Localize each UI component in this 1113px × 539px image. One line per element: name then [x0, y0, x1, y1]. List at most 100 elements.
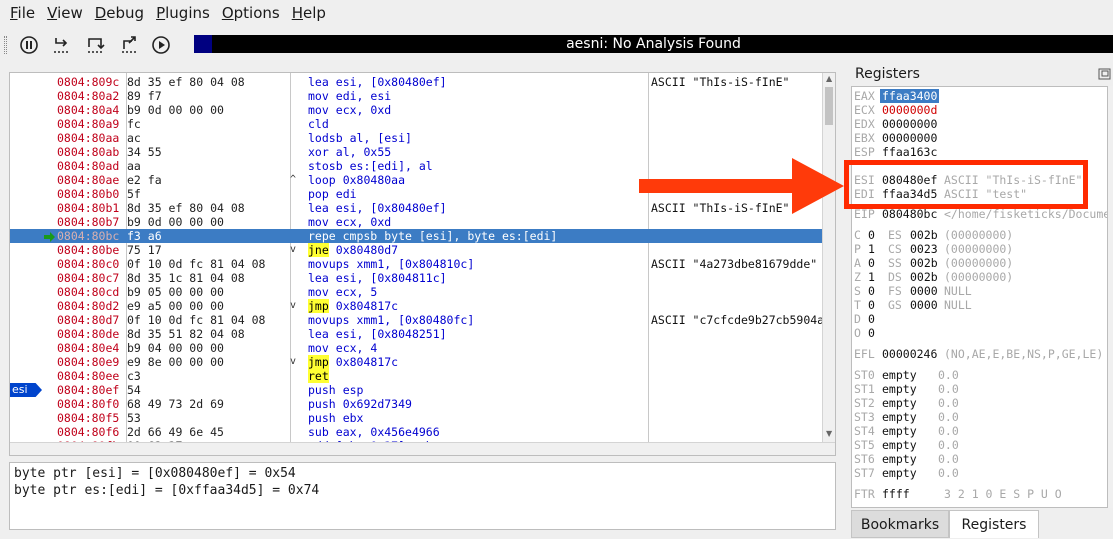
- fpu-register-value: empty: [882, 410, 917, 424]
- instruction-address: 0804:80e4: [57, 341, 120, 355]
- info-line: byte ptr es:[edi] = [0xffaa34d5] = 0x74: [14, 483, 320, 498]
- disassembly-row[interactable]: 0804:80c7 8d 35 1c 81 04 08 lea esi, [0x804…: [10, 271, 822, 285]
- instruction-text: push 0x692d7349: [308, 397, 412, 411]
- fpu-register-name: ST2: [854, 396, 875, 410]
- disassembly-row[interactable]: 0804:80a9 fc cld: [10, 117, 822, 131]
- pause-button[interactable]: [16, 32, 42, 58]
- register-name: FTR: [854, 487, 875, 501]
- disassembly-horizontal-scrollbar[interactable]: [10, 442, 835, 455]
- segment-value: 0023: [910, 242, 938, 256]
- menu-item[interactable]: Options: [216, 0, 286, 26]
- flag-value: 0: [868, 284, 875, 298]
- menu-item[interactable]: Debug: [89, 0, 150, 26]
- disassembly-row[interactable]: 0804:80c0 0f 10 0d fc 81 04 08 movups xmm1,…: [10, 257, 822, 271]
- disassembly-row[interactable]: 0804:80ab 34 55 xor al, 0x55: [10, 145, 822, 159]
- segment-name: DS: [888, 270, 902, 284]
- instruction-text: movups xmm1, [0x804810c]: [308, 257, 474, 271]
- toolbar-grip[interactable]: [4, 36, 7, 54]
- disassembly-row[interactable]: 0804:80aa ac lodsb al, [esi]: [10, 131, 822, 145]
- disassembly-row[interactable]: 0804:80f5 53 push ebx: [10, 411, 822, 425]
- instruction-bytes: 75 17: [127, 243, 162, 257]
- registers-scrollbar[interactable]: [1108, 86, 1113, 508]
- segment-name: SS: [888, 256, 902, 270]
- current-instruction-row[interactable]: 0804:80bc f3 a6 repe cmpsb byte [esi], byte…: [10, 229, 822, 243]
- instruction-mnemonic: movups: [308, 257, 350, 271]
- instruction-text: stosb es:[edi], al: [308, 159, 433, 173]
- instruction-bytes: e9 8e 00 00 00: [127, 355, 224, 369]
- instruction-bytes: b9 04 00 00 00: [127, 341, 224, 355]
- instruction-bytes: ac: [127, 131, 141, 145]
- instruction-text: lea esi, [0x80480ef]: [308, 201, 447, 215]
- menu-mnemonic: F: [10, 4, 18, 22]
- instruction-operands: edi: [335, 187, 357, 201]
- menu-item[interactable]: View: [41, 0, 89, 26]
- instruction-bytes: f3 a6: [127, 229, 162, 243]
- register-name: EBX: [854, 131, 875, 145]
- disassembly-row[interactable]: 0804:80cd b9 05 00 00 00 mov ecx, 5: [10, 285, 822, 299]
- disassembly-row[interactable]: 0804:809c 8d 35 ef 80 04 08 lea esi, [0x804…: [10, 75, 822, 89]
- menu-mnemonic: H: [291, 4, 303, 22]
- instruction-bytes: 0f 10 0d fc 81 04 08: [127, 313, 266, 327]
- instruction-mnemonic: jmp: [308, 355, 329, 369]
- instruction-bytes: 89 f7: [127, 89, 162, 103]
- step-over-button[interactable]: [82, 32, 108, 58]
- disassembly-row[interactable]: 0804:80de 8d 35 51 82 04 08 lea esi, [0x804…: [10, 327, 822, 341]
- disassembly-row[interactable]: 0804:80b7 b9 0d 00 00 00 mov ecx, 0xd: [10, 215, 822, 229]
- instruction-address: 0804:80a2: [57, 89, 120, 103]
- instruction-mnemonic: mov: [308, 89, 329, 103]
- menu-item[interactable]: Plugins: [150, 0, 216, 26]
- disassembly-view[interactable]: 0804:809c 8d 35 ef 80 04 08 lea esi, [0x804…: [9, 72, 836, 456]
- instruction-bytes: 2d 66 49 6e 45: [127, 425, 224, 439]
- disassembly-row[interactable]: 0804:80a4 b9 0d 00 00 00 mov ecx, 0xd: [10, 103, 822, 117]
- register-value: ffff: [882, 487, 910, 501]
- register-value: 00000246: [882, 347, 938, 361]
- register-value: ffaa163c: [882, 145, 938, 159]
- registers-title: Registers: [855, 66, 920, 82]
- step-into-button[interactable]: [48, 32, 74, 58]
- instruction-address: 0804:80ee: [57, 369, 120, 383]
- segment-base: NULL: [944, 284, 972, 298]
- instruction-comment: ASCII "4a273dbe81679dde": [651, 257, 818, 271]
- disassembly-row[interactable]: 0804:80be 75 17 v jne 0x80480d7: [10, 243, 822, 257]
- run-button[interactable]: [148, 32, 174, 58]
- disassembly-row[interactable]: 0804:80f6 2d 66 49 6e 45 sub eax, 0x456e496…: [10, 425, 822, 439]
- tab-bookmarks[interactable]: Bookmarks: [851, 510, 949, 538]
- disassembly-row[interactable]: 0804:80f0 68 49 73 2d 69 push 0x692d7349: [10, 397, 822, 411]
- disassembly-row[interactable]: 0804:80ee c3 ret: [10, 369, 822, 383]
- instruction-address: 0804:80bc: [57, 229, 120, 243]
- register-name: EDX: [854, 117, 875, 131]
- instruction-bytes: c3: [127, 369, 141, 383]
- disassembly-vertical-scrollbar[interactable]: ▲ ▼: [822, 73, 835, 443]
- disassembly-row[interactable]: 0804:80e4 b9 04 00 00 00 mov ecx, 4: [10, 341, 822, 355]
- disassembly-row[interactable]: 0804:80a2 89 f7 mov edi, esi: [10, 89, 822, 103]
- segment-value: 002b: [910, 270, 938, 284]
- instruction-bytes: 8d 35 1c 81 04 08: [127, 271, 245, 285]
- fpu-register-name: ST7: [854, 466, 875, 480]
- segment-value: 002b: [910, 228, 938, 242]
- instruction-text: mov ecx, 0xd: [308, 215, 391, 229]
- disassembly-row[interactable]: 0804:80d7 0f 10 0d fc 81 04 08 movups xmm1,…: [10, 313, 824, 327]
- menu-item[interactable]: File: [4, 0, 41, 26]
- instruction-text: jne 0x80480d7: [308, 243, 398, 257]
- scroll-up-icon[interactable]: ▲: [826, 74, 832, 83]
- fpu-register-name: ST1: [854, 382, 875, 396]
- flag-value: 0: [868, 256, 875, 270]
- menu-label: iew: [57, 4, 83, 22]
- instruction-operands: 0x692d7349: [342, 397, 412, 411]
- menu-item[interactable]: Help: [286, 0, 332, 26]
- dock-float-icon[interactable]: [1098, 68, 1113, 80]
- register-name: ECX: [854, 103, 875, 117]
- fpu-register-value: empty: [882, 424, 917, 438]
- disassembly-row[interactable]: 0804:80ef 54 push esp: [10, 383, 822, 397]
- fpu-register-name: ST0: [854, 368, 875, 382]
- tab-registers[interactable]: Registers: [949, 510, 1039, 538]
- fpu-register-value: empty: [882, 368, 917, 382]
- step-out-button[interactable]: [116, 32, 142, 58]
- disassembly-row[interactable]: 0804:80d2 e9 a5 00 00 00 v jmp 0x804817c: [10, 299, 822, 313]
- instruction-address: 0804:80f6: [57, 425, 120, 439]
- registers-view[interactable]: EAX ffaa3400 ECX 0000000d EDX 00000000 EBX 0000…: [851, 86, 1108, 508]
- register-value: 00000000: [882, 131, 938, 145]
- scroll-down-icon[interactable]: ▼: [826, 429, 832, 438]
- disassembly-row[interactable]: 0804:80e9 e9 8e 00 00 00 v jmp 0x804817c: [10, 355, 822, 369]
- scroll-thumb[interactable]: [825, 87, 833, 125]
